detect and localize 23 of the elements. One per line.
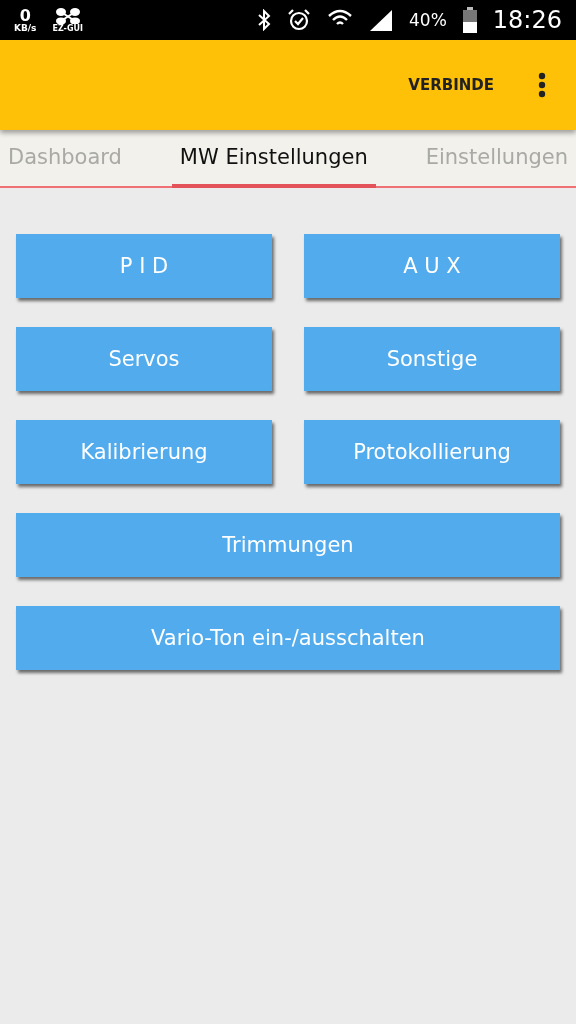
menu-button[interactable]: A U X — [304, 234, 560, 298]
menu-button[interactable]: P I D — [16, 234, 272, 298]
more-options-icon[interactable] — [538, 72, 546, 98]
data-speed-unit: KB/s — [14, 23, 37, 33]
menu-button[interactable]: Vario-Ton ein-/ausschalten — [16, 606, 560, 670]
clock-time: 18:26 — [492, 6, 562, 34]
menu-button[interactable]: Trimmungen — [16, 513, 560, 577]
alarm-clock-icon — [287, 8, 312, 32]
connect-button[interactable]: VERBINDE — [402, 70, 500, 100]
battery-icon — [462, 7, 477, 33]
bluetooth-icon — [257, 9, 272, 31]
tab[interactable]: Einstellungen — [417, 130, 576, 188]
menu-button[interactable]: Sonstige — [304, 327, 560, 391]
drone-icon — [54, 7, 81, 24]
app-name-label: EZ-GUI — [52, 23, 83, 33]
menu-button[interactable]: Protokollierung — [304, 420, 560, 484]
battery-percent: 40% — [409, 10, 447, 30]
tab[interactable]: Dashboard — [0, 130, 130, 188]
signal-icon — [369, 9, 394, 31]
menu-button[interactable]: Kalibrierung — [16, 420, 272, 484]
tab[interactable]: MW Einstellungen — [171, 130, 376, 188]
menu-button[interactable]: Servos — [16, 327, 272, 391]
data-speed-value: 0 — [19, 7, 31, 24]
